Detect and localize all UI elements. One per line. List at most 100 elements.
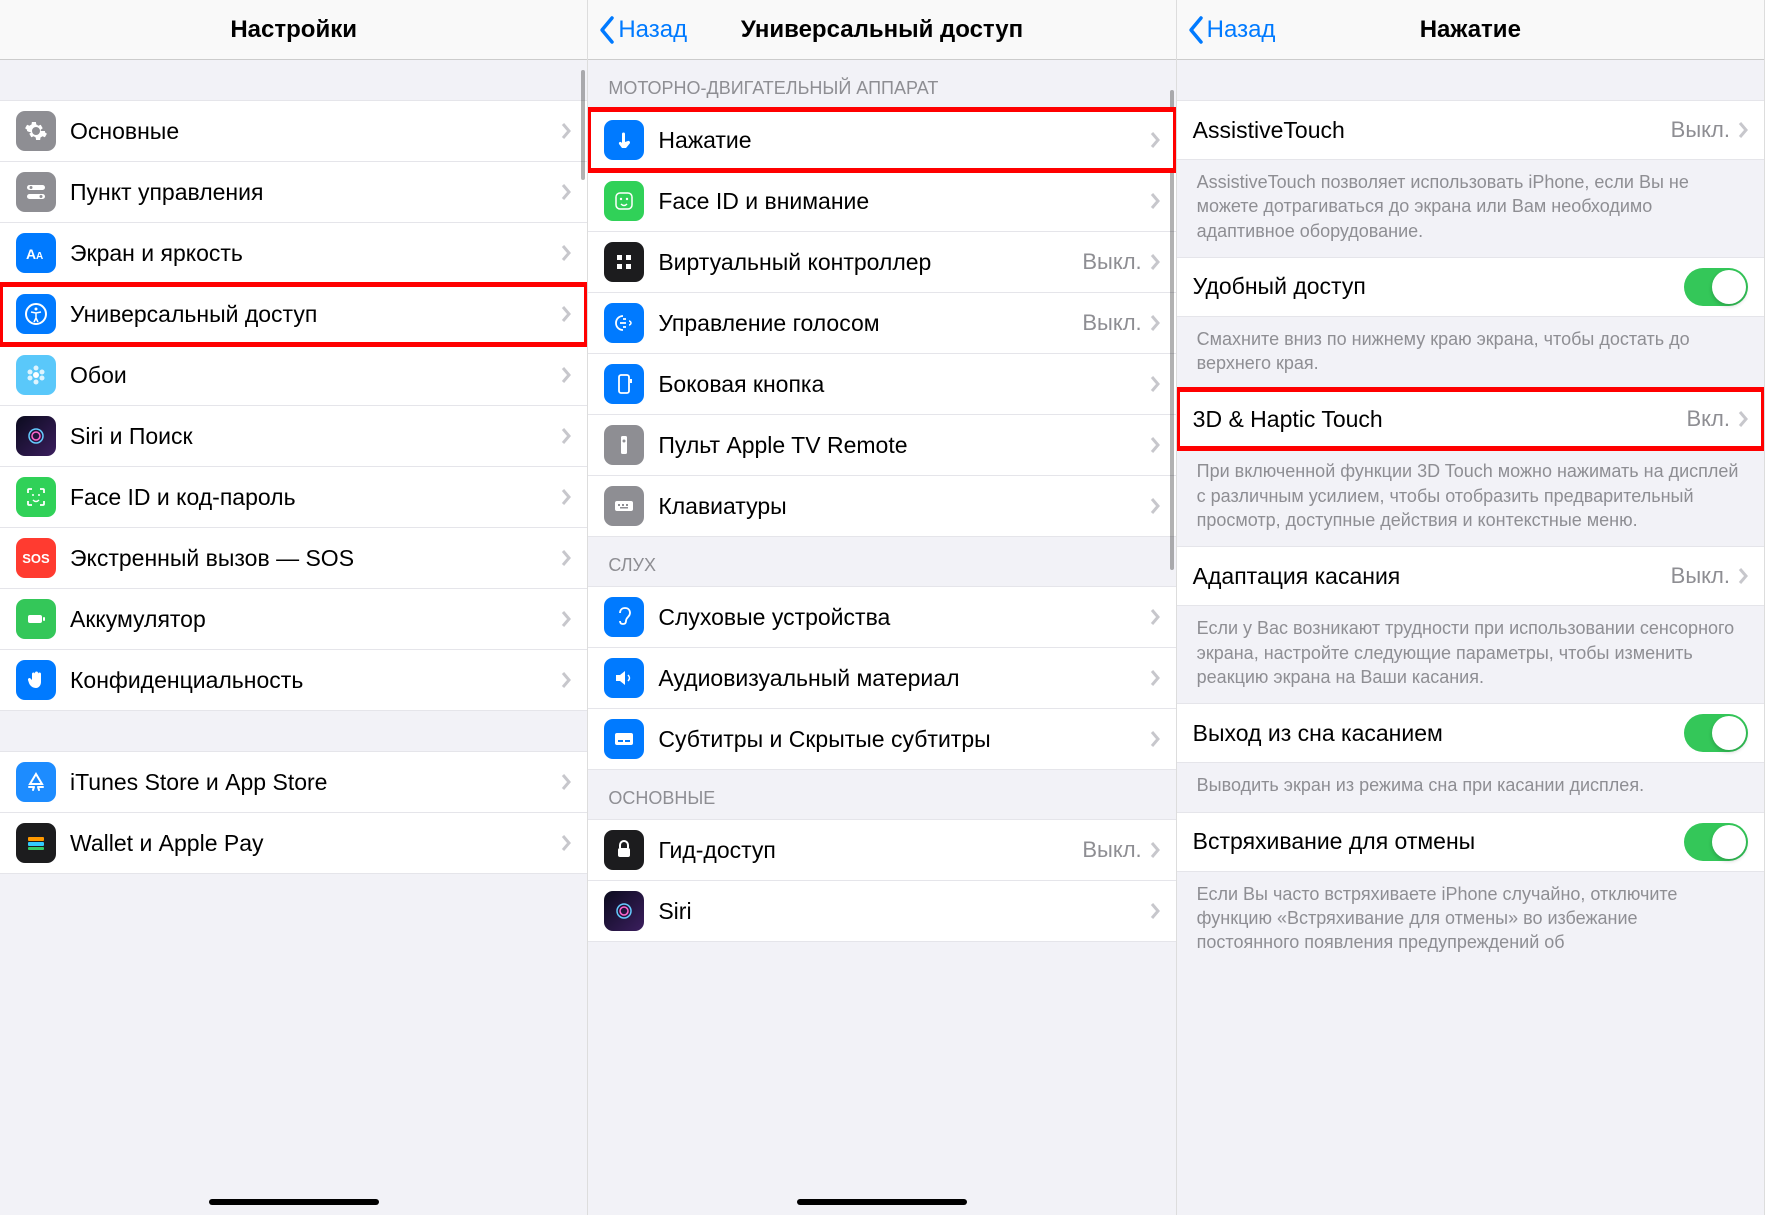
row-value: Выкл. [1082, 310, 1141, 336]
row-shake-to-undo[interactable]: Встряхивание для отмены [1177, 812, 1764, 872]
row-label: Экстренный вызов — SOS [70, 545, 561, 572]
faceid-icon [16, 477, 56, 517]
page-title: Универсальный доступ [741, 16, 1023, 44]
row-audiovisual[interactable]: Аудиовизуальный материал [588, 648, 1175, 709]
siri-icon [604, 891, 644, 931]
row-label: Аккумулятор [70, 606, 561, 633]
row-label: Боковая кнопка [658, 371, 1149, 398]
row-emergency-sos[interactable]: SOS Экстренный вызов — SOS [0, 528, 587, 589]
chevron-right-icon [1738, 121, 1748, 139]
row-accessibility[interactable]: Универсальный доступ [0, 284, 587, 345]
row-touch-accommodations[interactable]: Адаптация касания Выкл. [1177, 546, 1764, 606]
chevron-right-icon [561, 366, 571, 384]
chevron-right-icon [1150, 436, 1160, 454]
section-header-motor: МОТОРНО-ДВИГАТЕЛЬНЫЙ АППАРАТ [588, 60, 1175, 109]
svg-text:A: A [36, 251, 43, 262]
back-button[interactable]: Назад [598, 15, 687, 45]
row-side-button[interactable]: Боковая кнопка [588, 354, 1175, 415]
row-siri[interactable]: Siri [588, 881, 1175, 942]
row-value: Вкл. [1686, 406, 1730, 432]
chevron-right-icon [1738, 567, 1748, 585]
row-wallet-applepay[interactable]: Wallet и Apple Pay [0, 813, 587, 874]
row-switch-control[interactable]: Виртуальный контроллер Выкл. [588, 232, 1175, 293]
row-control-center[interactable]: Пункт управления [0, 162, 587, 223]
row-siri-search[interactable]: Siri и Поиск [0, 406, 587, 467]
row-assistive-touch[interactable]: AssistiveTouch Выкл. [1177, 100, 1764, 160]
chevron-right-icon [561, 671, 571, 689]
row-keyboards[interactable]: Клавиатуры [588, 476, 1175, 537]
row-label: Слуховые устройства [658, 604, 1149, 631]
chevron-right-icon [1150, 730, 1160, 748]
voice-icon [604, 303, 644, 343]
toggle-tap-to-wake[interactable] [1684, 714, 1748, 752]
row-general[interactable]: Основные [0, 100, 587, 162]
page-title: Настройки [230, 16, 357, 44]
chevron-right-icon [1150, 253, 1160, 271]
row-faceid-passcode[interactable]: Face ID и код-пароль [0, 467, 587, 528]
sos-icon: SOS [16, 538, 56, 578]
ear-icon [604, 597, 644, 637]
chevron-right-icon [561, 834, 571, 852]
row-label: Основные [70, 118, 561, 145]
face-icon [604, 181, 644, 221]
speaker-icon [604, 658, 644, 698]
row-guided-access[interactable]: Гид-доступ Выкл. [588, 819, 1175, 881]
chevron-right-icon [1150, 192, 1160, 210]
appstore-icon [16, 762, 56, 802]
row-label: 3D & Haptic Touch [1193, 406, 1687, 433]
chevron-right-icon [1150, 314, 1160, 332]
row-touch[interactable]: Нажатие [588, 109, 1175, 171]
row-reachability[interactable]: Удобный доступ [1177, 257, 1764, 317]
row-itunes-appstore[interactable]: iTunes Store и App Store [0, 751, 587, 813]
row-tap-to-wake[interactable]: Выход из сна касанием [1177, 703, 1764, 763]
row-display[interactable]: AA Экран и яркость [0, 223, 587, 284]
row-faceid-attention[interactable]: Face ID и внимание [588, 171, 1175, 232]
section-header-hearing: СЛУХ [588, 537, 1175, 586]
row-label: Пульт Apple TV Remote [658, 432, 1149, 459]
row-subtitles[interactable]: Субтитры и Скрытые субтитры [588, 709, 1175, 770]
settings-panel: Настройки Основные Пункт управления AA Э… [0, 0, 588, 1215]
row-value: Выкл. [1082, 249, 1141, 275]
toggle-shake-to-undo[interactable] [1684, 823, 1748, 861]
chevron-right-icon [1150, 608, 1160, 626]
row-3d-haptic-touch[interactable]: 3D & Haptic Touch Вкл. [1177, 389, 1764, 449]
row-battery[interactable]: Аккумулятор [0, 589, 587, 650]
chevron-right-icon [561, 183, 571, 201]
section-header-general: ОСНОВНЫЕ [588, 770, 1175, 819]
chevron-right-icon [1738, 410, 1748, 428]
accessibility-list: МОТОРНО-ДВИГАТЕЛЬНЫЙ АППАРАТ Нажатие Fac… [588, 60, 1175, 1215]
home-indicator[interactable] [209, 1199, 379, 1205]
siri-icon [16, 416, 56, 456]
toggle-reachability[interactable] [1684, 268, 1748, 306]
settings-list: Основные Пункт управления AA Экран и ярк… [0, 60, 587, 1215]
row-privacy[interactable]: Конфиденциальность [0, 650, 587, 711]
row-label: Управление голосом [658, 310, 1082, 337]
back-label: Назад [1207, 16, 1276, 44]
page-title: Нажатие [1420, 16, 1521, 44]
row-wallpaper[interactable]: Обои [0, 345, 587, 406]
toggles-icon [16, 172, 56, 212]
scrollbar[interactable] [581, 70, 585, 180]
footer-touch-accommodations: Если у Вас возникают трудности при испол… [1177, 606, 1764, 703]
row-hearing-devices[interactable]: Слуховые устройства [588, 586, 1175, 648]
row-label: Выход из сна касанием [1193, 720, 1684, 747]
row-label: Удобный доступ [1193, 273, 1684, 300]
chevron-left-icon [1187, 15, 1205, 45]
home-indicator[interactable] [797, 1199, 967, 1205]
header: Настройки [0, 0, 587, 60]
footer-3d-touch: При включенной функции 3D Touch можно на… [1177, 449, 1764, 546]
row-label: Нажатие [658, 127, 1149, 154]
back-button[interactable]: Назад [1187, 15, 1276, 45]
row-label: Встряхивание для отмены [1193, 828, 1684, 855]
header: Назад Нажатие [1177, 0, 1764, 60]
accessibility-icon [16, 294, 56, 334]
chevron-right-icon [1150, 497, 1160, 515]
row-appletv-remote[interactable]: Пульт Apple TV Remote [588, 415, 1175, 476]
row-label: Гид-доступ [658, 837, 1082, 864]
row-label: Экран и яркость [70, 240, 561, 267]
chevron-right-icon [1150, 131, 1160, 149]
row-label: Аудиовизуальный материал [658, 665, 1149, 692]
header: Назад Универсальный доступ [588, 0, 1175, 60]
chevron-left-icon [598, 15, 616, 45]
row-voice-control[interactable]: Управление голосом Выкл. [588, 293, 1175, 354]
